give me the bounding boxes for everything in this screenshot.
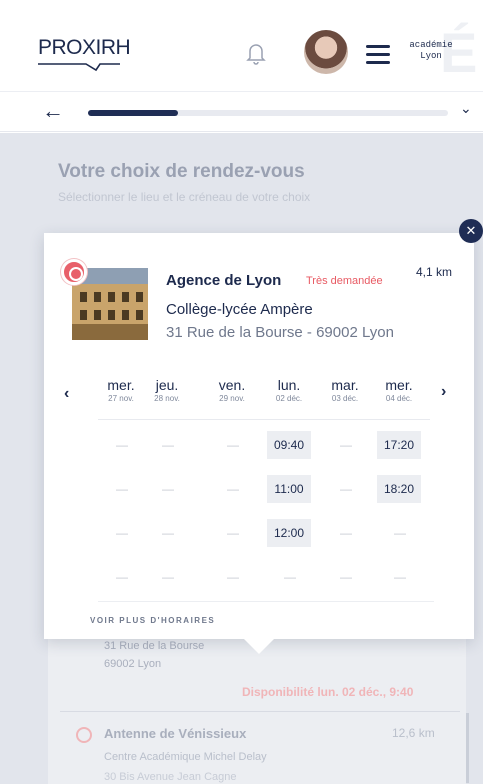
academie-line-2: Lyon — [420, 51, 442, 61]
agency-name: Agence de Lyon — [166, 272, 282, 289]
popup-pointer — [243, 638, 275, 654]
academie-logo: académie Lyon — [408, 40, 454, 62]
school-name: Collège-lycée Ampère — [166, 301, 313, 318]
avatar[interactable] — [304, 30, 348, 74]
next-place-distance: 12,6 km — [392, 726, 435, 740]
day-name: ven. — [218, 377, 246, 393]
empty-slot: — — [227, 570, 239, 584]
day-name: lun. — [277, 377, 301, 393]
more-hours-link[interactable]: VOIR PLUS D'HORAIRES — [90, 616, 215, 625]
empty-slot: — — [394, 526, 406, 540]
calendar-day: jeu. 28 nov. — [144, 377, 190, 403]
empty-slot: — — [162, 482, 174, 496]
day-name: jeu. — [155, 377, 179, 393]
calendar-divider — [98, 419, 430, 420]
app-header: PROXIRH É académie Lyon — [0, 0, 483, 92]
location-pin-icon — [61, 259, 87, 285]
proxirh-logo[interactable]: PROXIRH — [38, 36, 131, 60]
empty-slot: — — [340, 482, 352, 496]
progress-bar — [88, 110, 448, 116]
page-subtitle: Sélectionner le lieu et le créneau de vo… — [58, 190, 311, 204]
divider — [60, 711, 460, 712]
chevron-left-icon[interactable]: ‹ — [64, 385, 69, 403]
empty-slot: — — [162, 438, 174, 452]
calendar-day: mer. 27 nov. — [98, 377, 144, 403]
time-slot-button[interactable]: 09:40 — [267, 431, 311, 459]
scrollbar[interactable] — [466, 713, 469, 783]
close-icon[interactable]: ✕ — [459, 219, 483, 243]
empty-slot: — — [340, 570, 352, 584]
day-name: mer. — [107, 377, 135, 393]
next-place-street: 30 Bis Avenue Jean Cagne — [104, 771, 237, 783]
day-date: 03 déc. — [331, 394, 359, 403]
page-title: Votre choix de rendez-vous — [58, 161, 305, 182]
demand-badge: Très demandée — [306, 275, 383, 287]
empty-slot: — — [227, 526, 239, 540]
empty-slot: — — [162, 570, 174, 584]
next-place-organization: Centre Académique Michel Delay — [104, 751, 267, 763]
empty-slot: — — [227, 482, 239, 496]
calendar-day: mar. 03 déc. — [322, 377, 368, 403]
logo-underline — [38, 63, 120, 72]
day-date: 28 nov. — [154, 394, 180, 403]
calendar-day: ven. 29 nov. — [209, 377, 255, 403]
empty-slot: — — [116, 482, 128, 496]
chevron-right-icon[interactable]: › — [441, 383, 446, 401]
progress-bar-fill — [88, 110, 178, 116]
empty-slot: — — [116, 438, 128, 452]
day-date: 29 nov. — [219, 394, 245, 403]
agency-distance: 4,1 km — [416, 265, 453, 279]
card-address-line-1: 31 Rue de la Bourse — [104, 640, 205, 652]
empty-slot: — — [394, 570, 406, 584]
time-slot-button[interactable]: 17:20 — [377, 431, 421, 459]
day-date: 27 nov. — [108, 394, 134, 403]
card-address-line-2: 69002 Lyon — [104, 658, 162, 670]
bell-icon[interactable] — [244, 40, 268, 66]
empty-slot: — — [116, 570, 128, 584]
empty-slot: — — [340, 526, 352, 540]
empty-slot: — — [227, 438, 239, 452]
card-address: 31 Rue de la Bourse 69002 Lyon — [104, 637, 204, 673]
availability-text: Disponibilité lun. 02 déc., 9:40 — [242, 685, 414, 699]
time-slot-button[interactable]: 12:00 — [267, 519, 311, 547]
agency-address: 31 Rue de la Bourse - 69002 Lyon — [166, 324, 394, 341]
empty-slot: — — [116, 526, 128, 540]
hamburger-menu-icon[interactable] — [366, 45, 390, 65]
day-name: mar. — [331, 377, 359, 393]
arrow-left-icon[interactable]: ← — [42, 98, 64, 124]
popup-divider — [98, 601, 434, 602]
chevron-down-icon[interactable]: ⌄ — [460, 100, 472, 117]
time-slot-button[interactable]: 11:00 — [267, 475, 311, 503]
empty-slot: — — [162, 526, 174, 540]
next-place-name[interactable]: Antenne de Vénissieux — [104, 726, 246, 741]
empty-slot: — — [340, 438, 352, 452]
time-slot-button[interactable]: 18:20 — [377, 475, 421, 503]
progress-row: ← ⌄ — [0, 92, 483, 132]
calendar-day: lun. 02 déc. — [266, 377, 312, 403]
clock-icon — [76, 727, 92, 743]
calendar-day: mer. 04 déc. — [376, 377, 422, 403]
academie-line-1: académie — [409, 40, 453, 50]
day-date: 04 déc. — [385, 394, 413, 403]
day-name: mer. — [385, 377, 413, 393]
empty-slot: — — [284, 570, 296, 584]
day-date: 02 déc. — [275, 394, 303, 403]
